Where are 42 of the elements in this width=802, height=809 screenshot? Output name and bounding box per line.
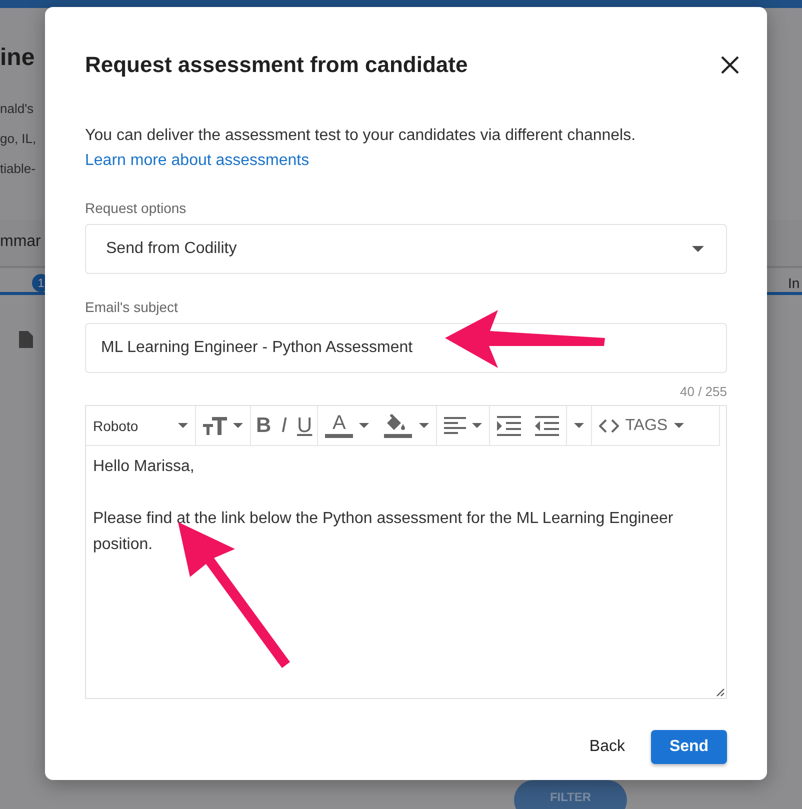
resize-handle-icon[interactable] <box>716 688 725 697</box>
paint-bucket-icon <box>383 414 414 438</box>
caret-icon <box>359 423 370 428</box>
caret-icon <box>419 423 430 428</box>
close-icon <box>721 56 739 74</box>
request-options-select[interactable]: Send from Codility <box>85 224 727 274</box>
underline-button[interactable]: U <box>292 406 318 445</box>
email-paragraph: Please find at the link below the Python assessment for the ML Learning Engineer position. <box>93 509 674 555</box>
company-name: nald's <box>0 101 34 116</box>
tab[interactable]: mmar <box>0 233 41 251</box>
caret-icon <box>472 423 482 428</box>
outdent-icon <box>535 416 560 436</box>
character-counter: 40 / 255 <box>680 384 727 399</box>
field-label: Request options <box>85 200 188 216</box>
send-button[interactable]: Send <box>651 730 727 764</box>
caret-icon <box>674 423 684 428</box>
field-label: Email's subject <box>85 299 179 315</box>
align-left-icon <box>444 416 466 434</box>
caret-icon <box>574 423 584 428</box>
code-icon <box>599 418 620 432</box>
caret-icon <box>178 423 188 428</box>
intro-text: You can deliver the assessment test to your candidates via different channels. <box>85 126 637 146</box>
tab[interactable]: In <box>788 275 800 291</box>
document-icon <box>19 331 33 348</box>
back-button[interactable]: Back <box>585 730 629 764</box>
font-color-button[interactable]: A <box>318 406 376 445</box>
caret-icon <box>233 423 243 428</box>
italic-button[interactable]: I <box>276 406 292 445</box>
dialog-title: Request assessment from candidate <box>85 52 468 78</box>
subject-input[interactable]: ML Learning Engineer - Python Assessment <box>85 323 727 373</box>
caret-icon <box>692 246 704 252</box>
bold-button[interactable]: B <box>251 406 276 445</box>
learn-more-link[interactable]: Learn more about assessments <box>85 148 310 173</box>
close-button[interactable] <box>721 56 739 74</box>
email-paragraph: Hello Marissa, <box>93 457 196 477</box>
tag-text: tiable- <box>0 161 36 176</box>
text-size-icon <box>203 416 227 434</box>
page-title: ine <box>0 44 35 72</box>
location-text: go, IL, <box>0 131 36 146</box>
font-select[interactable]: Roboto <box>86 406 196 445</box>
indent-icon <box>497 416 522 436</box>
tags-button[interactable]: TAGS <box>592 406 691 445</box>
